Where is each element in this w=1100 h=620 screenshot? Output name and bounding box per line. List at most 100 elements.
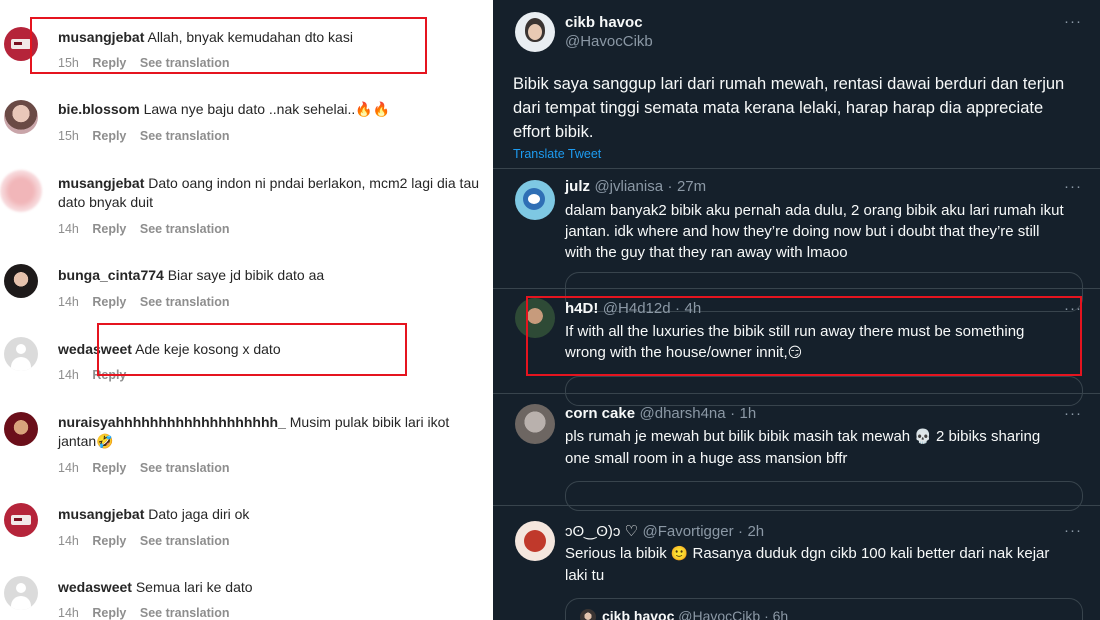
comment-body: nuraisyahhhhhhhhhhhhhhhhhhh_ Musim pulak… bbox=[58, 413, 480, 452]
comment-body: musangjebat Dato jaga diri ok bbox=[58, 505, 484, 524]
reply-author-handle[interactable]: @jvlianisa bbox=[594, 178, 663, 195]
comment-text: Ade keje kosong x dato bbox=[135, 341, 281, 357]
comment-username[interactable]: musangjebat bbox=[58, 506, 144, 522]
comment-time: 15h bbox=[58, 56, 79, 70]
more-options-icon[interactable]: ··· bbox=[1064, 300, 1082, 317]
more-options-icon[interactable]: ··· bbox=[1064, 522, 1082, 539]
divider bbox=[493, 168, 1100, 169]
see-translation-button[interactable]: See translation bbox=[140, 534, 230, 548]
comment-time: 14h bbox=[58, 368, 79, 382]
comment-username[interactable]: bie.blossom bbox=[58, 101, 140, 117]
comment-time: 14h bbox=[58, 534, 79, 548]
separator: · bbox=[667, 178, 673, 195]
comment-text: Lawa nye baju dato ..nak sehelai.. bbox=[143, 101, 356, 117]
avatar[interactable] bbox=[515, 404, 555, 444]
avatar[interactable] bbox=[4, 412, 38, 446]
author-handle[interactable]: @HavocCikb bbox=[565, 32, 653, 51]
reply-header: ɔʘ‿ʘ)ɔ ♡ @Favortigger · 2h bbox=[565, 522, 764, 541]
avatar[interactable] bbox=[4, 27, 38, 61]
see-translation-button[interactable]: See translation bbox=[140, 461, 230, 475]
reply-author-handle[interactable]: @H4d12d bbox=[603, 300, 671, 317]
comment-body: wedasweet Semua lari ke dato bbox=[58, 578, 484, 597]
comment-text: Allah, bnyak kemudahan dto kasi bbox=[147, 29, 353, 45]
avatar[interactable] bbox=[4, 264, 38, 298]
see-translation-button[interactable]: See translation bbox=[140, 129, 230, 143]
more-options-icon[interactable]: ··· bbox=[1064, 13, 1082, 30]
see-translation-button[interactable]: See translation bbox=[140, 222, 230, 236]
comment-username[interactable]: bunga_cinta774 bbox=[58, 267, 164, 283]
reply-author-name[interactable]: julz bbox=[565, 178, 590, 195]
skull-emoji: 💀 bbox=[914, 429, 932, 445]
quote-author-name: cikb havoc bbox=[602, 608, 675, 620]
comment-body: bunga_cinta774 Biar saye jd bibik dato a… bbox=[58, 266, 484, 285]
more-options-icon[interactable]: ··· bbox=[1064, 405, 1082, 422]
comment-username[interactable]: wedasweet bbox=[58, 341, 132, 357]
author-name[interactable]: cikb havoc bbox=[565, 13, 653, 32]
tweet-text: Bibik saya sanggup lari dari rumah mewah… bbox=[513, 75, 1065, 141]
comment-meta: 15h Reply See translation bbox=[58, 129, 230, 143]
reply-time: 2h bbox=[747, 523, 765, 540]
reply-author-name[interactable]: corn cake bbox=[565, 405, 635, 422]
comment-username[interactable]: musangjebat bbox=[58, 175, 144, 191]
comment-username[interactable]: musangjebat bbox=[58, 29, 144, 45]
avatar[interactable] bbox=[4, 100, 38, 134]
quoted-tweet-card[interactable]: cikb havoc @HavocCikb · 6h bbox=[565, 598, 1083, 620]
quoted-tweet-card[interactable] bbox=[565, 376, 1083, 406]
reply-button[interactable]: Reply bbox=[92, 606, 126, 620]
reply-author-handle[interactable]: @dharsh4na bbox=[640, 405, 726, 422]
quote-author-handle: @HavocCikb bbox=[678, 608, 761, 620]
avatar[interactable] bbox=[4, 576, 38, 610]
avatar[interactable] bbox=[515, 12, 555, 52]
reply-time: 27m bbox=[676, 178, 707, 195]
author-block: cikb havoc @HavocCikb bbox=[565, 13, 653, 51]
comment-text: Semua lari ke dato bbox=[135, 579, 253, 595]
separator: · bbox=[764, 608, 769, 620]
avatar[interactable] bbox=[0, 170, 42, 212]
comment-time: 14h bbox=[58, 461, 79, 475]
reply-author-name[interactable]: h4D! bbox=[565, 300, 598, 317]
comment-time: 14h bbox=[58, 222, 79, 236]
comment-time: 14h bbox=[58, 295, 79, 309]
avatar[interactable] bbox=[515, 180, 555, 220]
comment-username[interactable]: wedasweet bbox=[58, 579, 132, 595]
comment-meta: 14h Reply See translation bbox=[58, 222, 230, 236]
avatar[interactable] bbox=[4, 503, 38, 537]
reply-button[interactable]: Reply bbox=[92, 534, 126, 548]
reply-author-name[interactable]: ɔʘ‿ʘ)ɔ ♡ bbox=[565, 523, 638, 540]
comment-meta: 14h Reply See translation bbox=[58, 534, 230, 548]
reply-author-handle[interactable]: @Favortigger bbox=[642, 523, 733, 540]
reply-text: pls rumah je mewah but bilik bibik masih… bbox=[565, 428, 911, 445]
reply-text-block: If with all the luxuries the bibik still… bbox=[565, 321, 1065, 364]
avatar[interactable] bbox=[4, 337, 38, 371]
avatar[interactable] bbox=[515, 521, 555, 561]
avatar[interactable] bbox=[515, 298, 555, 338]
comment-body: musangjebat Dato oang indon ni pndai ber… bbox=[58, 174, 484, 212]
comment-meta: 14h Reply See translation bbox=[58, 606, 230, 620]
quoted-tweet-card[interactable] bbox=[565, 481, 1083, 511]
comment-meta: 14h Reply bbox=[58, 368, 126, 382]
quote-time: 6h bbox=[772, 608, 789, 620]
reply-button[interactable]: Reply bbox=[92, 461, 126, 475]
separator: · bbox=[730, 405, 736, 422]
see-translation-button[interactable]: See translation bbox=[140, 606, 230, 620]
comment-body: wedasweet Ade keje kosong x dato bbox=[58, 340, 484, 359]
reply-time: 4h bbox=[684, 300, 702, 317]
fire-emoji: 🔥🔥 bbox=[355, 102, 391, 118]
reply-text: Serious la bibik bbox=[565, 545, 667, 562]
see-translation-button[interactable]: See translation bbox=[140, 295, 230, 309]
reply-button[interactable]: Reply bbox=[92, 368, 126, 382]
reply-button[interactable]: Reply bbox=[92, 295, 126, 309]
translate-tweet-link[interactable]: Translate Tweet bbox=[513, 147, 601, 161]
reply-text-block: pls rumah je mewah but bilik bibik masih… bbox=[565, 426, 1065, 469]
smile-emoji: 🙂 bbox=[670, 546, 689, 562]
reply-button[interactable]: Reply bbox=[92, 222, 126, 236]
separator: · bbox=[738, 523, 744, 540]
see-translation-button[interactable]: See translation bbox=[140, 56, 230, 70]
comment-username[interactable]: nuraisyahhhhhhhhhhhhhhhhhhh_ bbox=[58, 414, 286, 430]
twitter-thread-panel: cikb havoc @HavocCikb ··· Bibik saya san… bbox=[493, 0, 1100, 620]
more-options-icon[interactable]: ··· bbox=[1064, 178, 1082, 195]
reply-header: julz @jvlianisa · 27m bbox=[565, 178, 706, 196]
reply-button[interactable]: Reply bbox=[92, 129, 126, 143]
reply-button[interactable]: Reply bbox=[92, 56, 126, 70]
divider bbox=[493, 288, 1100, 289]
